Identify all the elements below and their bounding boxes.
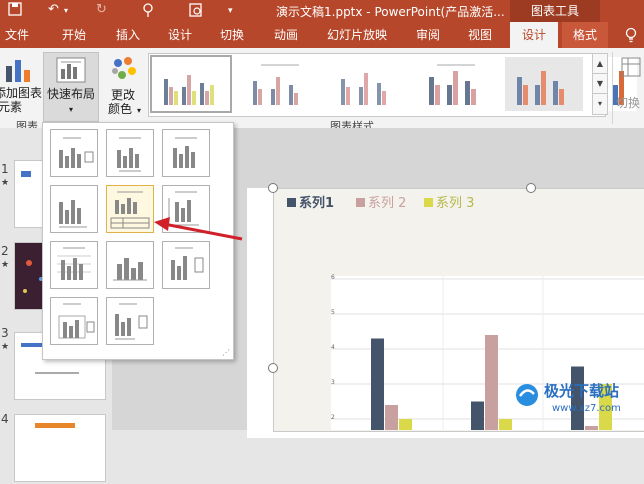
watermark-url: www.xz7.com: [552, 403, 621, 414]
watermark: 极光下载站 www.xz7.com: [514, 378, 642, 428]
quick-layout-icon: [56, 57, 86, 86]
redo-icon[interactable]: ↻: [96, 2, 107, 17]
legend-series-3: 系列 3: [424, 192, 474, 211]
slide-number: 3: [1, 326, 9, 340]
lightbulb-icon[interactable]: [622, 22, 640, 48]
chart-tools-context-label: 图表工具: [510, 0, 600, 22]
legend-series-2: 系列 2: [356, 192, 406, 211]
legend-label: 系列 2: [368, 196, 407, 211]
legend-label: 系列1: [299, 196, 335, 211]
layout-option-2[interactable]: [106, 129, 154, 177]
resize-grip-icon[interactable]: ⋰: [222, 348, 230, 357]
add-chart-element-icon: [4, 56, 34, 87]
y-tick-label: 5: [331, 309, 335, 316]
tab-home[interactable]: 开始: [56, 22, 92, 48]
chart-style-4[interactable]: [417, 57, 495, 111]
chart-bar[interactable]: [471, 401, 484, 431]
gallery-scroll-up-button[interactable]: ▲: [592, 53, 608, 75]
legend-label: 系列 3: [436, 196, 475, 211]
slide-number: 4: [1, 412, 9, 426]
layout-option-5[interactable]: [106, 185, 154, 233]
chevron-down-icon: ▾: [68, 105, 73, 114]
preview-icon[interactable]: [188, 2, 204, 22]
y-tick-label: 4: [331, 344, 335, 351]
chart-bar[interactable]: [485, 335, 498, 430]
tab-chart-design[interactable]: 设计: [510, 22, 558, 48]
layout-option-3[interactable]: [162, 129, 210, 177]
tab-file[interactable]: 文件: [0, 22, 34, 48]
chart-style-1[interactable]: [150, 55, 232, 113]
add-chart-element-label-1: 添加图表: [0, 86, 42, 100]
legend-swatch: [356, 198, 365, 207]
switch-row-column-icon: [620, 56, 642, 83]
slide-number: 2: [1, 244, 9, 258]
ribbon-separator: [612, 52, 613, 124]
tab-chart-format[interactable]: 格式: [562, 22, 608, 48]
layout-option-1[interactable]: [50, 129, 98, 177]
chart-style-5[interactable]: [505, 57, 583, 111]
tab-animations[interactable]: 动画: [268, 22, 304, 48]
layout-option-10[interactable]: [50, 297, 98, 345]
star-icon: ★: [1, 178, 10, 188]
slide-number: 1: [1, 162, 9, 176]
resize-handle[interactable]: [268, 183, 278, 193]
presenter-icon[interactable]: [140, 2, 156, 22]
layout-option-11[interactable]: [106, 297, 154, 345]
resize-handle[interactable]: [526, 183, 536, 193]
save-icon[interactable]: [8, 2, 22, 20]
tab-design[interactable]: 设计: [162, 22, 198, 48]
tab-insert[interactable]: 插入: [110, 22, 146, 48]
chart-bar[interactable]: [371, 338, 384, 431]
add-chart-element-button[interactable]: 添加图表 元素: [0, 52, 42, 114]
quick-layout-label: 快速布局: [46, 87, 95, 101]
y-tick-label: 3: [331, 379, 335, 386]
layout-option-7[interactable]: [50, 241, 98, 289]
tab-view[interactable]: 视图: [462, 22, 498, 48]
legend-series-1: 系列1: [287, 192, 334, 211]
resize-handle[interactable]: [268, 363, 278, 373]
gallery-scroll-down-button[interactable]: ▼: [592, 73, 608, 95]
legend-swatch: [287, 198, 296, 207]
tab-review[interactable]: 审阅: [410, 22, 446, 48]
tab-transitions[interactable]: 切换: [214, 22, 250, 48]
layout-option-8[interactable]: [106, 241, 154, 289]
chart-bar[interactable]: [385, 405, 398, 430]
ribbon: 添加图表 元素 快速布局 ▾ 更改 颜色 ▾ ▲ ▼ ▾ 切换 图表 图表样式: [0, 48, 644, 133]
slide-thumbnail-4[interactable]: [14, 414, 106, 482]
chevron-down-icon: ▾: [136, 106, 141, 115]
annotation-arrow: [154, 217, 243, 241]
qa-more-icon[interactable]: ▾: [228, 6, 233, 16]
document-title: 演示文稿1.pptx - PowerPoint(产品激活...: [276, 5, 505, 19]
legend-swatch: [424, 198, 433, 207]
star-icon: ★: [1, 260, 10, 270]
star-icon: ★: [1, 342, 10, 352]
y-tick-label: 6: [331, 274, 335, 281]
y-tick-label: 2: [331, 414, 335, 421]
switch-row-column-label: 切换: [616, 96, 641, 110]
chart-bar[interactable]: [499, 419, 512, 430]
tab-slideshow[interactable]: 幻灯片放映: [320, 22, 394, 48]
undo-icon[interactable]: ↶: [48, 2, 59, 17]
undo-dropdown-icon[interactable]: ▾: [64, 6, 68, 15]
layout-option-9[interactable]: [162, 241, 210, 289]
chart-style-2[interactable]: [241, 57, 319, 111]
change-colors-label-1: 更改: [110, 88, 135, 102]
change-colors-button[interactable]: 更改 颜色 ▾: [100, 52, 146, 120]
watermark-logo: [516, 384, 538, 406]
layout-option-4[interactable]: [50, 185, 98, 233]
gallery-more-button[interactable]: ▾: [592, 93, 608, 115]
ribbon-tabs: 文件 开始 插入 设计 切换 动画 幻灯片放映 审阅 视图 设计 格式: [0, 22, 644, 48]
switch-row-column-button[interactable]: 切换: [616, 52, 644, 116]
quick-layout-button[interactable]: 快速布局 ▾: [43, 52, 99, 122]
chart-style-3[interactable]: [329, 57, 407, 111]
chart-styles-gallery: [148, 53, 637, 117]
watermark-name: 极光下载站: [544, 382, 620, 400]
add-chart-element-label-2: 元素: [0, 100, 22, 114]
title-bar: ↶ ▾ ↻ ▾ 演示文稿1.pptx - PowerPoint(产品激活... …: [0, 0, 644, 22]
chart-bar[interactable]: [399, 419, 412, 430]
color-palette-icon: [110, 56, 138, 85]
